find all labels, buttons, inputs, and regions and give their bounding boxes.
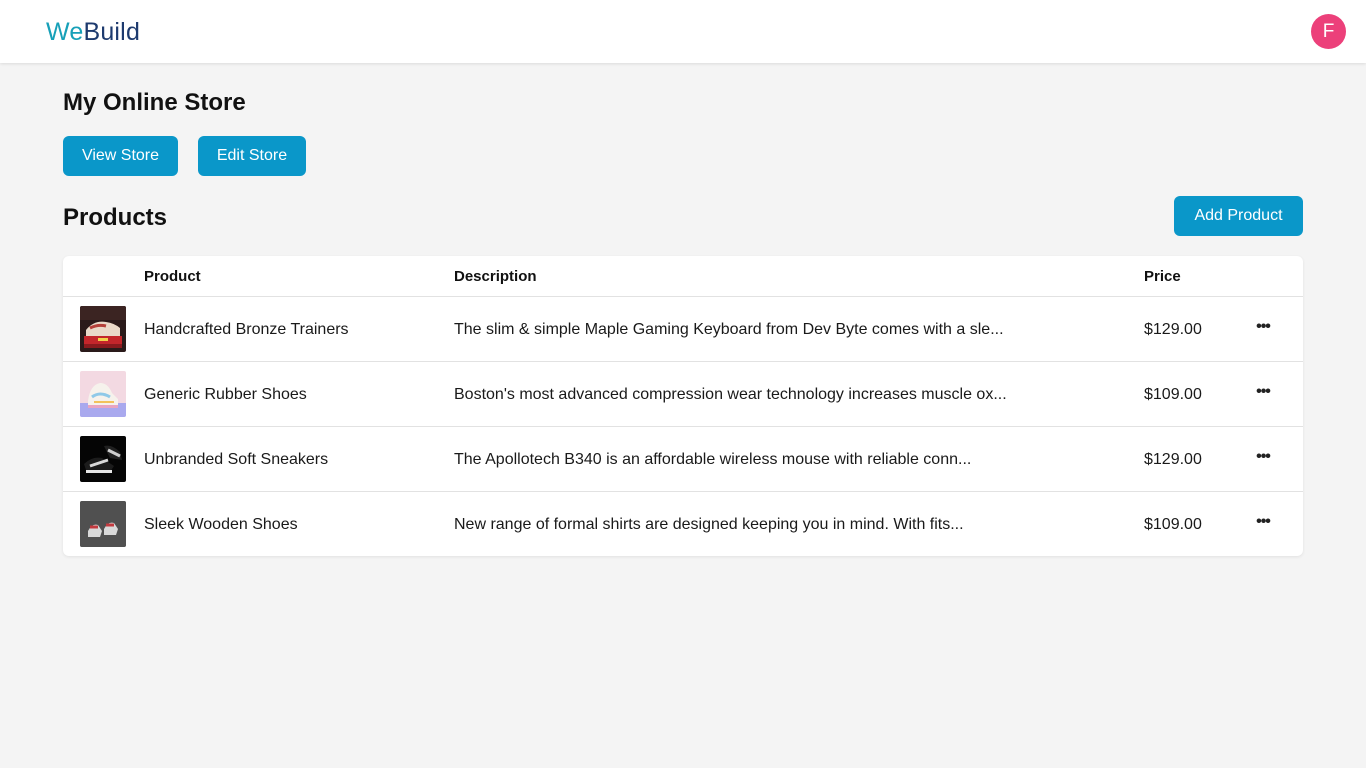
product-price: $129.00 [1144, 451, 1202, 468]
black-sneaker-thumbnail [80, 436, 126, 482]
webuild-logo[interactable]: WeBuild [46, 16, 140, 48]
ellipsis-icon[interactable]: ••• [1251, 384, 1275, 404]
products-heading: Products [63, 204, 168, 231]
product-name[interactable]: Generic Rubber Shoes [144, 362, 307, 427]
pastel-sneaker-thumbnail [80, 371, 126, 417]
product-description: The slim & simple Maple Gaming Keyboard … [454, 321, 1004, 338]
red-sneaker-thumbnail [80, 306, 126, 352]
store-title: My Online Store [63, 89, 246, 116]
table-header: Product Description Price [63, 256, 1303, 297]
column-header-product[interactable]: Product [144, 256, 201, 297]
ellipsis-icon[interactable]: ••• [1251, 514, 1275, 534]
column-header-description[interactable]: Description [454, 256, 537, 297]
grey-sneaker-thumbnail [80, 501, 126, 547]
logo-part-we: We [46, 18, 84, 46]
ellipsis-icon[interactable]: ••• [1251, 449, 1275, 469]
table-row[interactable]: Unbranded Soft Sneakers The Apollotech B… [63, 427, 1303, 492]
user-avatar[interactable]: F [1311, 14, 1346, 49]
column-header-price[interactable]: Price [1144, 256, 1181, 297]
product-description: Boston's most advanced compression wear … [454, 386, 1007, 403]
product-name[interactable]: Sleek Wooden Shoes [144, 492, 298, 556]
table-row[interactable]: Sleek Wooden Shoes New range of formal s… [63, 492, 1303, 556]
add-product-button[interactable]: Add Product [1174, 196, 1303, 236]
product-price: $109.00 [1144, 516, 1202, 533]
product-name[interactable]: Handcrafted Bronze Trainers [144, 297, 349, 362]
top-navbar: WeBuild F [0, 0, 1366, 63]
table-row[interactable]: Handcrafted Bronze Trainers The slim & s… [63, 297, 1303, 362]
table-row[interactable]: Generic Rubber Shoes Boston's most advan… [63, 362, 1303, 427]
product-description: New range of formal shirts are designed … [454, 516, 964, 533]
product-price: $129.00 [1144, 321, 1202, 338]
product-name[interactable]: Unbranded Soft Sneakers [144, 427, 328, 492]
ellipsis-icon[interactable]: ••• [1251, 319, 1275, 339]
products-table: Product Description Price Handcrafted Br… [63, 256, 1303, 556]
edit-store-button[interactable]: Edit Store [198, 136, 306, 176]
product-price: $109.00 [1144, 386, 1202, 403]
view-store-button[interactable]: View Store [63, 136, 178, 176]
logo-part-build: Build [83, 18, 141, 46]
product-description: The Apollotech B340 is an affordable wir… [454, 451, 972, 468]
